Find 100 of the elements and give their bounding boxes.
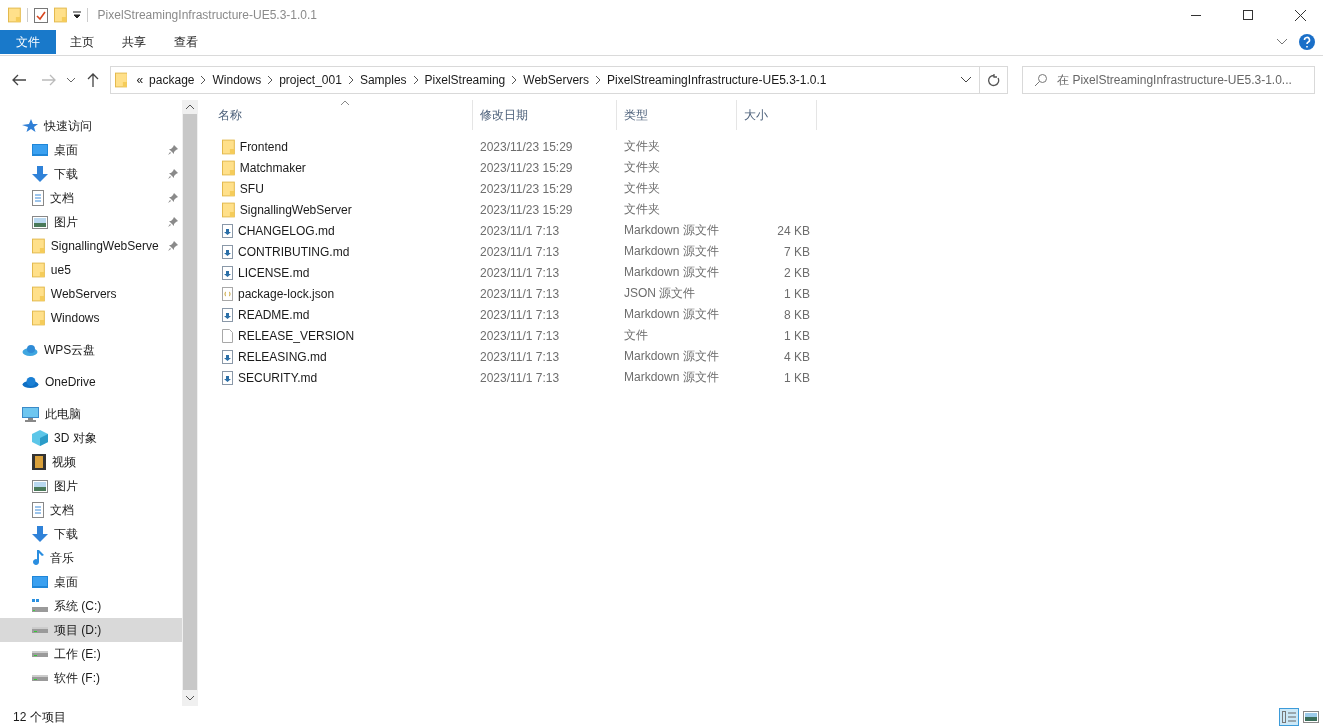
sidebar-item[interactable]: 文档: [0, 186, 182, 210]
refresh-button[interactable]: [980, 66, 1009, 94]
large-icons-view-button[interactable]: [1301, 708, 1321, 726]
sidebar-item[interactable]: 下载: [0, 522, 182, 546]
folder-icon: [8, 7, 21, 23]
file-type: Markdown 源文件: [623, 264, 720, 281]
scroll-down-icon[interactable]: [186, 695, 194, 701]
up-arrow-icon: [86, 73, 99, 87]
ribbon-tab[interactable]: 查看: [160, 30, 212, 54]
file-name[interactable]: SignallingWebServer: [239, 202, 352, 217]
document-icon: [32, 190, 44, 206]
folder-icon: [114, 72, 128, 88]
file-size: 24 KB: [776, 223, 810, 238]
folder-icon: [222, 159, 235, 176]
sidebar-item[interactable]: 下载: [0, 162, 182, 186]
back-arrow-icon: [11, 74, 26, 86]
sidebar-item[interactable]: 文档: [0, 498, 182, 522]
file-type: 文件夹: [623, 180, 661, 197]
drive-icon: [32, 650, 48, 658]
sidebar-item[interactable]: 音乐: [0, 546, 182, 570]
file-size: 1 KB: [783, 328, 810, 343]
file-name[interactable]: SFU: [239, 181, 264, 196]
modified-date: 2023/11/1 7:13: [479, 286, 561, 301]
breadcrumb[interactable]: PixelStreamingInfrastructure-UE5.3-1.0.1: [604, 73, 830, 87]
address-bar[interactable]: « package Windows project_001 Samples PixelStreaming WebServers PixelStreamingInfrastructure-UE5.3-1.0.1: [109, 66, 981, 94]
scrollbar[interactable]: [182, 100, 198, 706]
file-type: Markdown 源文件: [623, 222, 720, 239]
ribbon-tab[interactable]: 主页: [56, 30, 108, 54]
breadcrumb[interactable]: project_001: [276, 73, 345, 87]
scroll-up-icon[interactable]: [186, 104, 194, 110]
column-header[interactable]: 名称: [210, 100, 473, 130]
markdown-file-icon: [222, 370, 233, 385]
sidebar-item[interactable]: 桌面: [0, 138, 182, 162]
sidebar-item[interactable]: ue5: [0, 258, 182, 282]
properties-icon[interactable]: [33, 7, 48, 23]
file-name[interactable]: RELEASING.md: [238, 349, 327, 364]
file-type: 文件夹: [623, 201, 661, 218]
path-overflow[interactable]: «: [133, 73, 147, 87]
file-name[interactable]: Frontend: [239, 139, 288, 154]
breadcrumb[interactable]: WebServers: [520, 73, 593, 87]
file-name[interactable]: README.md: [238, 307, 310, 322]
folder-icon: [222, 138, 235, 155]
sidebar-item[interactable]: SignallingWebServe: [0, 234, 182, 258]
column-header[interactable]: 大小: [737, 100, 817, 130]
breadcrumb[interactable]: Samples: [356, 73, 410, 87]
markdown-file-icon: [222, 223, 233, 238]
breadcrumb[interactable]: PixelStreaming: [421, 73, 509, 87]
column-header[interactable]: 修改日期: [473, 100, 617, 130]
markdown-file-icon: [222, 265, 233, 280]
file-name[interactable]: SECURITY.md: [238, 370, 318, 385]
file-name[interactable]: Matchmaker: [239, 160, 306, 175]
folder-icon: [32, 238, 45, 254]
file-name[interactable]: RELEASE_VERSION: [238, 328, 355, 343]
chevron-down-icon: [66, 77, 75, 83]
expand-ribbon-icon[interactable]: [1277, 39, 1287, 45]
file-size: 4 KB: [783, 349, 810, 364]
sidebar-item[interactable]: 图片: [0, 210, 182, 234]
sidebar-item[interactable]: 系统 (C:): [0, 594, 182, 618]
sidebar-item[interactable]: OneDrive: [0, 370, 182, 394]
chevron-right-icon: [200, 76, 207, 84]
breadcrumb[interactable]: Windows: [209, 73, 265, 87]
file-name[interactable]: package-lock.json: [238, 286, 335, 301]
chevron-right-icon: [595, 76, 602, 84]
sidebar-item[interactable]: Windows: [0, 306, 182, 330]
picture-icon: [32, 215, 48, 229]
file-size: 1 KB: [783, 286, 810, 301]
file-size: 2 KB: [783, 265, 810, 280]
chevron-right-icon: [412, 76, 419, 84]
cloud-icon: [22, 344, 38, 356]
sidebar-item[interactable]: 3D 对象: [0, 426, 182, 450]
markdown-file-icon: [222, 244, 233, 259]
file-name[interactable]: CHANGELOG.md: [238, 223, 335, 238]
sidebar-item[interactable]: 图片: [0, 474, 182, 498]
minimize-icon: [1191, 14, 1201, 16]
sidebar-item[interactable]: 软件 (F:): [0, 666, 182, 690]
sidebar-item[interactable]: 项目 (D:): [0, 618, 182, 642]
json-file-icon: [222, 286, 233, 301]
sidebar-item[interactable]: WebServers: [0, 282, 182, 306]
modified-date: 2023/11/23 15:29: [479, 181, 574, 196]
search-field[interactable]: 在 PixelStreamingInfrastructure-UE5.3-1.0...: [1022, 66, 1315, 94]
sidebar-item[interactable]: 桌面: [0, 570, 182, 594]
document-icon: [32, 502, 44, 518]
sidebar-item[interactable]: 快速访问: [0, 114, 182, 138]
breadcrumb[interactable]: package: [146, 73, 198, 87]
dropdown-icon[interactable]: [72, 11, 81, 19]
markdown-file-icon: [222, 349, 233, 364]
ribbon-tab[interactable]: 共享: [108, 30, 160, 54]
details-view-button[interactable]: [1279, 708, 1299, 726]
file-name[interactable]: LICENSE.md: [238, 265, 310, 280]
film-icon: [32, 454, 46, 470]
sidebar-item[interactable]: WPS云盘: [0, 338, 182, 362]
sidebar-item[interactable]: 工作 (E:): [0, 642, 182, 666]
sidebar-item[interactable]: 此电脑: [0, 402, 182, 426]
help-icon[interactable]: [1299, 34, 1315, 50]
column-header[interactable]: 类型: [617, 100, 737, 130]
close-icon: [1294, 9, 1306, 21]
file-name[interactable]: CONTRIBUTING.md: [238, 244, 350, 259]
cube-icon: [32, 430, 48, 446]
markdown-file-icon: [222, 307, 233, 322]
sidebar-item[interactable]: 视频: [0, 450, 182, 474]
